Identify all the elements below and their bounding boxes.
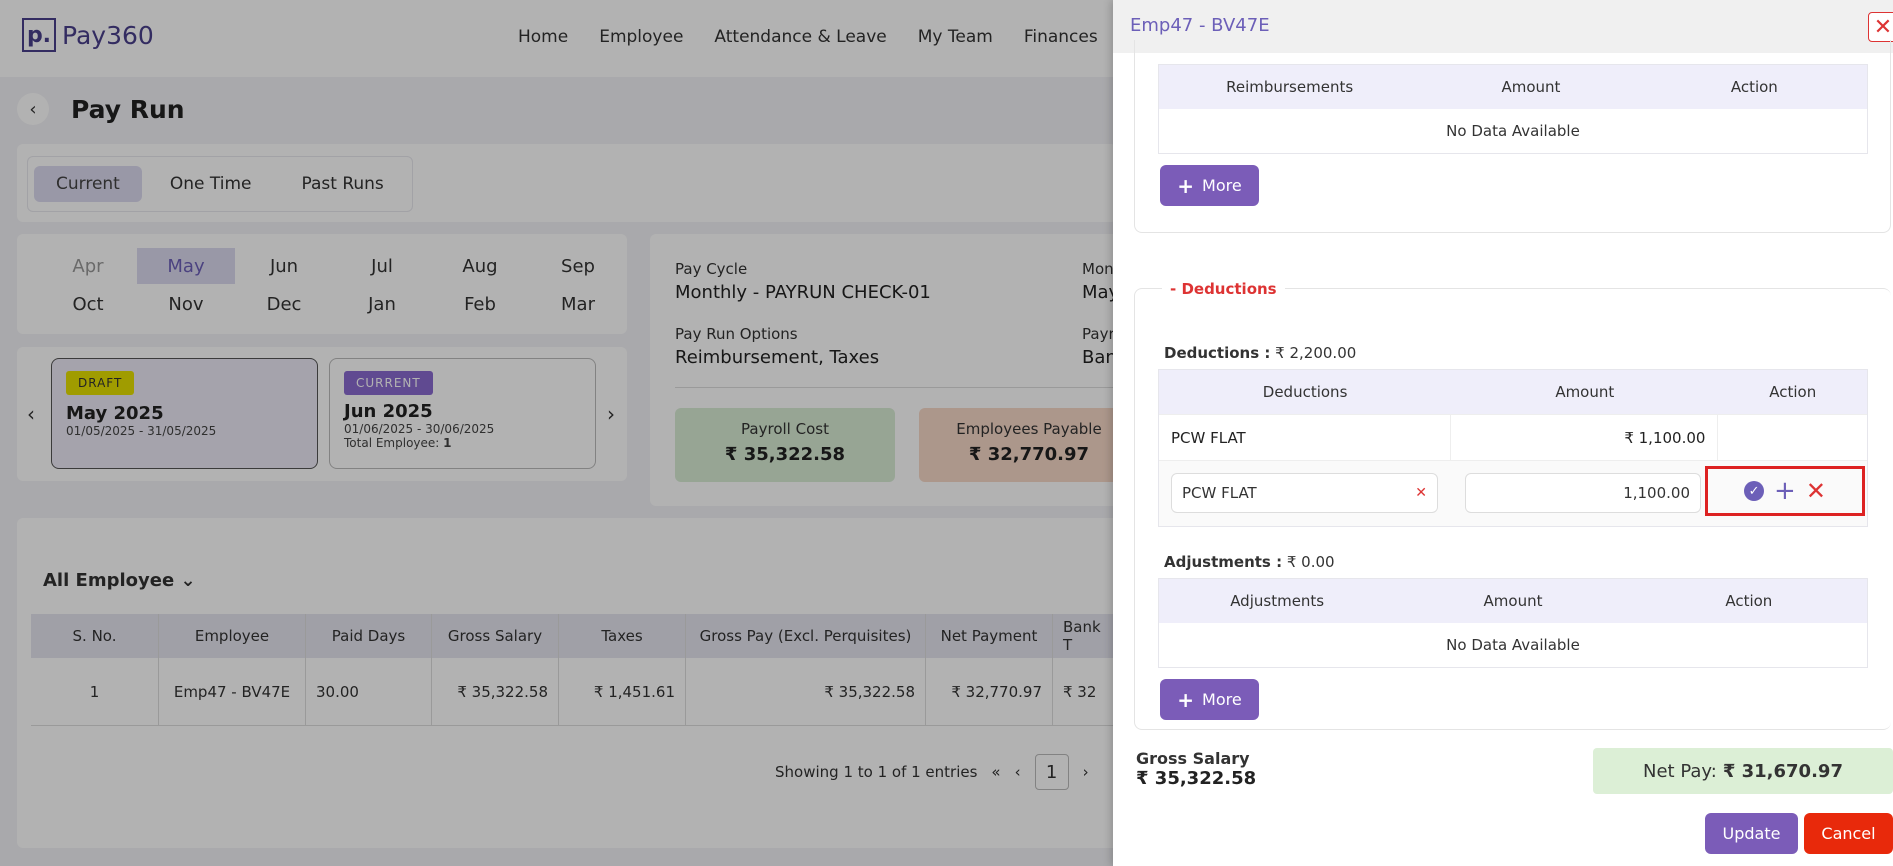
deductions-total: Deductions : ₹ 2,200.00 — [1164, 344, 1357, 362]
close-icon[interactable]: ✕ — [1806, 479, 1826, 503]
clear-icon[interactable]: ✕ — [1415, 485, 1427, 501]
table-row: PCW FLAT ₹ 1,100.00 — [1159, 414, 1867, 461]
net-pay: Net Pay: ₹ 31,670.97 — [1593, 748, 1893, 794]
gross-salary: Gross Salary ₹ 35,322.58 — [1136, 749, 1257, 789]
add-icon[interactable]: + — [1774, 478, 1796, 504]
row-actions: ✓ + ✕ — [1705, 466, 1865, 516]
reimbursements-table: Reimbursements Amount Action No Data Ava… — [1158, 64, 1868, 154]
add-adjustment-button[interactable]: + More — [1160, 679, 1259, 720]
deduction-name-input[interactable]: PCW FLAT ✕ — [1171, 473, 1438, 513]
plus-icon: + — [1177, 687, 1195, 712]
cancel-button[interactable]: Cancel — [1804, 813, 1893, 854]
adjustments-total: Adjustments : ₹ 0.00 — [1164, 553, 1335, 571]
empty-state: No Data Available — [1446, 636, 1580, 654]
adjustments-table: Adjustments Amount Action No Data Availa… — [1158, 578, 1868, 668]
deductions-legend[interactable]: - Deductions — [1162, 280, 1285, 298]
add-reimbursement-button[interactable]: + More — [1160, 165, 1259, 206]
empty-state: No Data Available — [1446, 122, 1580, 140]
close-icon[interactable]: ✕ — [1868, 12, 1893, 42]
drawer-title: Emp47 - BV47E — [1130, 15, 1270, 36]
plus-icon: + — [1177, 173, 1195, 198]
update-button[interactable]: Update — [1705, 813, 1798, 854]
check-icon[interactable]: ✓ — [1744, 481, 1765, 501]
deduction-amount-input[interactable]: 1,100.00 — [1465, 473, 1701, 513]
